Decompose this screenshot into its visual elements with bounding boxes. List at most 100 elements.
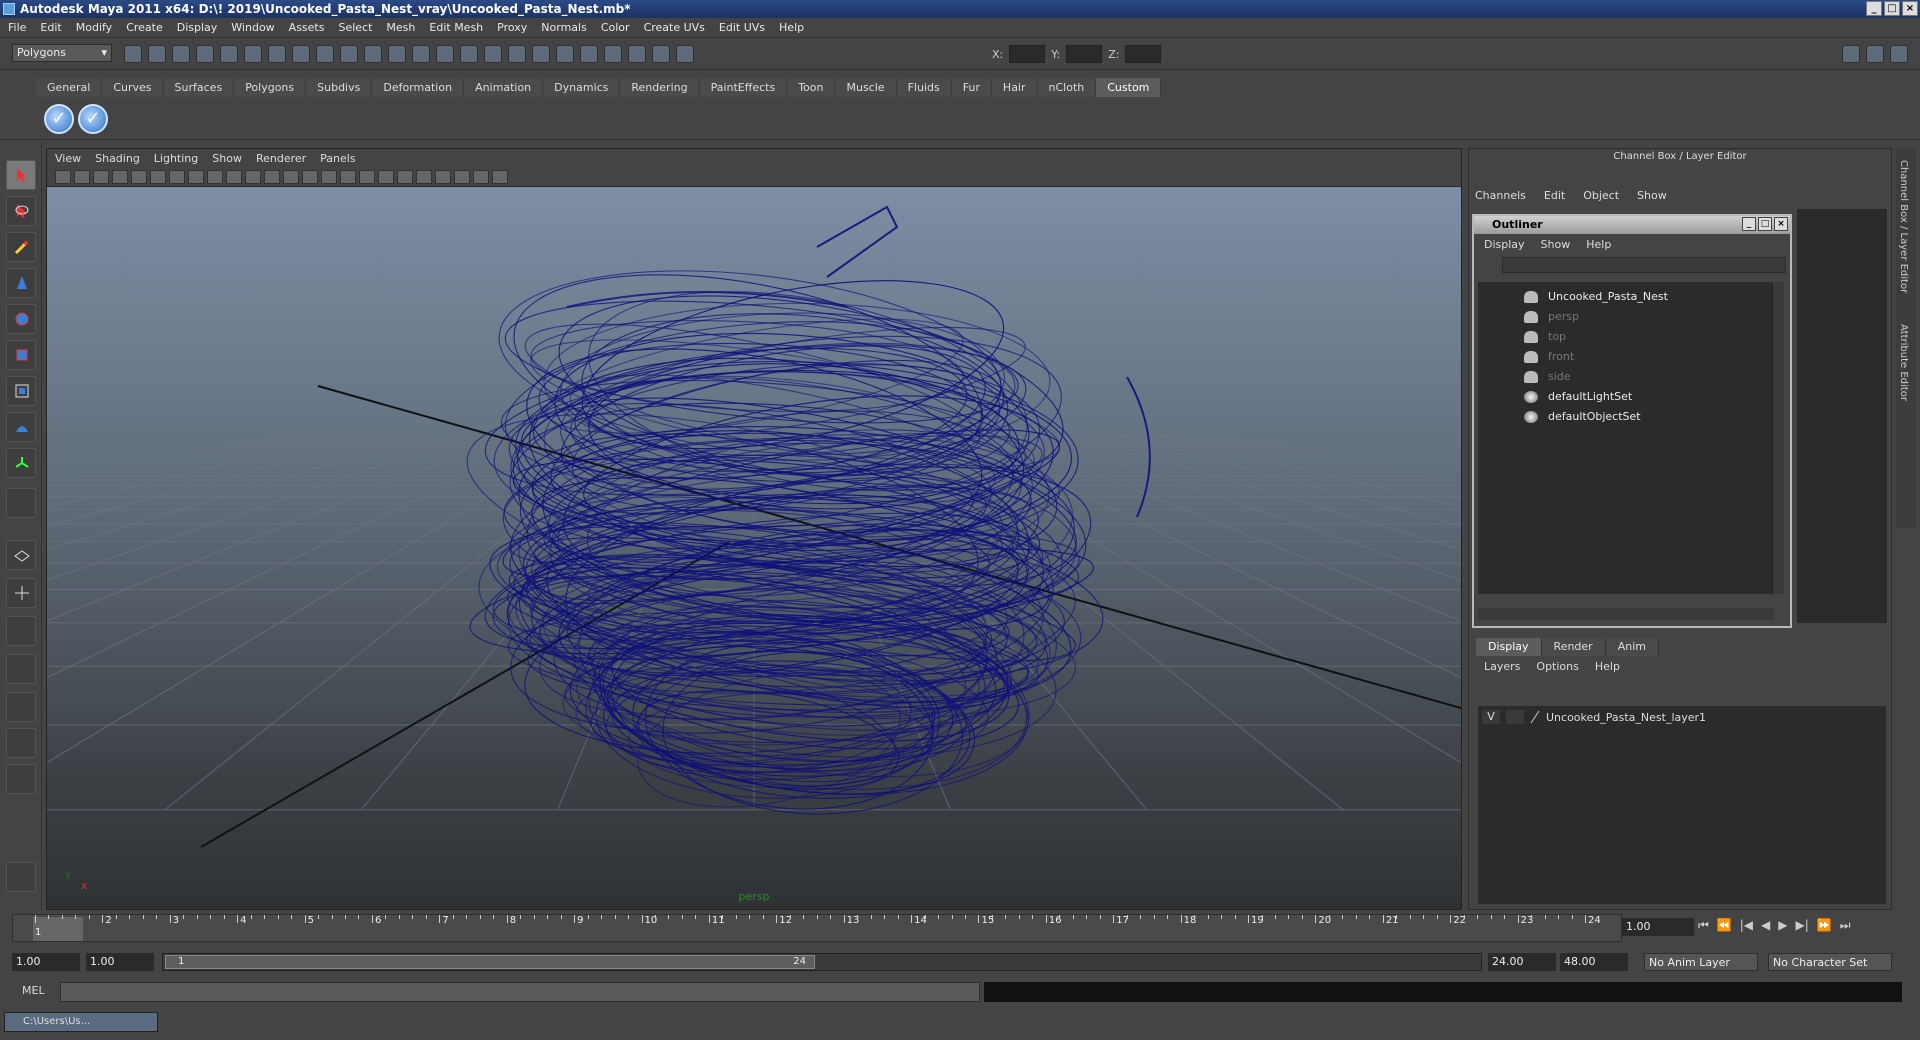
universal-manip-icon[interactable]	[6, 376, 36, 406]
xray-icon[interactable]	[454, 169, 470, 184]
viewport-menu-show[interactable]: Show	[212, 152, 242, 165]
toggle-attribute-editor-icon[interactable]	[1842, 45, 1860, 63]
toggle-channel-box-icon[interactable]	[1890, 45, 1908, 63]
menu-display[interactable]: Display	[177, 21, 218, 34]
help-icon[interactable]	[412, 45, 430, 63]
snap-curve-icon[interactable]	[292, 45, 310, 63]
shelf-tab-ncloth[interactable]: nCloth	[1037, 78, 1097, 97]
custom-shelf-checkmark-icon-2[interactable]: ✓	[78, 104, 108, 134]
lasso-tool-icon[interactable]	[6, 196, 36, 226]
safe-action-icon[interactable]	[264, 169, 280, 184]
hypershade-icon[interactable]	[556, 45, 574, 63]
snap-point-icon[interactable]	[316, 45, 334, 63]
menu-set-dropdown[interactable]: Polygons	[12, 44, 112, 62]
gate-mask-icon[interactable]	[226, 169, 242, 184]
side-tab-attribute-editor[interactable]: Attribute Editor	[1898, 324, 1909, 401]
shelf-tab-fur[interactable]: Fur	[951, 78, 992, 97]
command-input[interactable]	[60, 982, 980, 1002]
channel-box-menu-object[interactable]: Object	[1583, 189, 1619, 202]
history-icon[interactable]	[388, 45, 406, 63]
outliner-menu-help[interactable]: Help	[1586, 238, 1611, 251]
persp-graph-layout-icon[interactable]	[6, 654, 36, 684]
menu-create-uvs[interactable]: Create UVs	[644, 21, 705, 34]
outliner-title-bar[interactable]: Outliner _ □ ×	[1474, 216, 1790, 234]
film-gate-icon[interactable]	[188, 169, 204, 184]
shelf-tab-custom[interactable]: Custom	[1096, 78, 1162, 97]
menu-color[interactable]: Color	[601, 21, 630, 34]
persp-outliner-layout-icon[interactable]	[6, 616, 36, 646]
shelf-tab-muscle[interactable]: Muscle	[835, 78, 897, 97]
layer-tab-anim[interactable]: Anim	[1605, 638, 1659, 656]
graph-editor-layout-icon[interactable]	[6, 728, 36, 758]
outliner-close-button[interactable]: ×	[1774, 217, 1788, 231]
render-view-icon[interactable]	[580, 45, 598, 63]
render-settings-icon[interactable]	[532, 45, 550, 63]
layer-tab-render[interactable]: Render	[1541, 638, 1606, 656]
channel-box-menu-channels[interactable]: Channels	[1475, 189, 1526, 202]
default-light-icon[interactable]	[378, 169, 394, 184]
hypershade-layout-icon[interactable]	[6, 692, 36, 722]
menu-assets[interactable]: Assets	[289, 21, 325, 34]
scale-tool-icon[interactable]	[6, 340, 36, 370]
save-scene-icon[interactable]	[172, 45, 190, 63]
outliner-item-persp[interactable]: persp	[1524, 308, 1579, 326]
toggle-tool-settings-icon[interactable]	[1866, 45, 1884, 63]
side-tab-channel-box[interactable]: Channel Box / Layer Editor	[1898, 160, 1909, 293]
select-camera-icon[interactable]	[55, 169, 71, 184]
paint-select-icon[interactable]	[6, 232, 36, 262]
outliner-icon[interactable]	[676, 45, 694, 63]
snap-grid-icon[interactable]	[268, 45, 286, 63]
select-hierarchy-icon[interactable]	[196, 45, 214, 63]
xray-components-icon[interactable]	[492, 169, 508, 184]
menu-edit-mesh[interactable]: Edit Mesh	[429, 21, 483, 34]
two-d-pan-icon[interactable]	[131, 169, 147, 184]
viewport-menu-shading[interactable]: Shading	[95, 152, 140, 165]
shelf-tab-rendering[interactable]: Rendering	[620, 78, 700, 97]
step-forward-key-icon[interactable]: ⏩	[1817, 918, 1832, 933]
start-time-field[interactable]: 1.00	[12, 953, 80, 971]
attribute-icon[interactable]	[604, 45, 622, 63]
grease-pencil-icon[interactable]	[150, 169, 166, 184]
shelf-tab-general[interactable]: General	[36, 78, 103, 97]
layer-type-toggle[interactable]	[1506, 710, 1524, 724]
outliner-menu-show[interactable]: Show	[1541, 238, 1571, 251]
safe-title-icon[interactable]	[283, 169, 299, 184]
shelf-tab-curves[interactable]: Curves	[102, 78, 164, 97]
menu-normals[interactable]: Normals	[541, 21, 587, 34]
layer-tab-display[interactable]: Display	[1476, 638, 1542, 656]
layer-row[interactable]: V Uncooked_Pasta_Nest_layer1	[1482, 708, 1882, 726]
single-perspective-layout-icon[interactable]	[6, 540, 36, 570]
last-tool-icon[interactable]	[6, 488, 36, 518]
show-manip-icon[interactable]	[6, 448, 36, 478]
input-ops-icon[interactable]	[460, 45, 478, 63]
layer-menu-layers[interactable]: Layers	[1484, 660, 1520, 673]
outliner-item-side[interactable]: side	[1524, 368, 1571, 386]
shelf-tab-toon[interactable]: Toon	[787, 78, 836, 97]
current-time-field[interactable]: 1.00	[1622, 918, 1694, 936]
menu-file[interactable]: File	[8, 21, 26, 34]
tool-settings-icon[interactable]	[628, 45, 646, 63]
menu-edit-uvs[interactable]: Edit UVs	[719, 21, 765, 34]
outliner-filter-input[interactable]	[1502, 257, 1786, 273]
shelf-tab-hair[interactable]: Hair	[991, 78, 1038, 97]
channel-box-menu-edit[interactable]: Edit	[1544, 189, 1565, 202]
layer-visibility-toggle[interactable]: V	[1482, 710, 1500, 724]
maximize-button[interactable]: □	[1884, 1, 1900, 16]
field-chart-icon[interactable]	[245, 169, 261, 184]
outliner-item-uncooked-pasta-nest[interactable]: Uncooked_Pasta_Nest	[1524, 288, 1668, 306]
shelf-tab-surfaces[interactable]: Surfaces	[163, 78, 235, 97]
outliner-horizontal-scrollbar[interactable]	[1478, 608, 1774, 620]
custom-shelf-checkmark-icon[interactable]: ✓	[44, 104, 74, 134]
render-frame-icon[interactable]	[484, 45, 502, 63]
shadows-icon[interactable]	[416, 169, 432, 184]
outliner-item-front[interactable]: front	[1524, 348, 1574, 366]
move-tool-icon[interactable]	[6, 268, 36, 298]
outliner-minimize-button[interactable]: _	[1742, 217, 1756, 231]
shelf-tab-polygons[interactable]: Polygons	[234, 78, 307, 97]
y-field[interactable]	[1066, 45, 1103, 63]
viewport-scene[interactable]: y x persp	[47, 187, 1461, 909]
go-to-start-icon[interactable]: ⏮	[1698, 918, 1709, 933]
grid-icon[interactable]	[169, 169, 185, 184]
layer-menu-options[interactable]: Options	[1536, 660, 1578, 673]
menu-select[interactable]: Select	[338, 21, 372, 34]
